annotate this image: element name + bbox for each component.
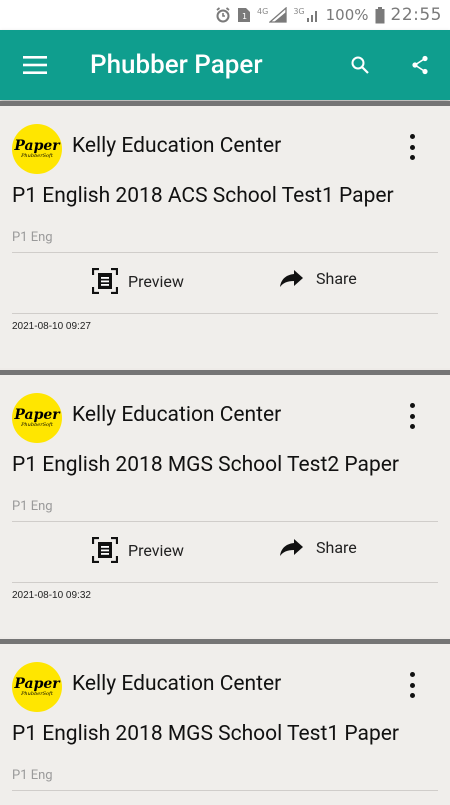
app-title: Phubber Paper bbox=[90, 50, 263, 80]
preview-button[interactable]: Preview bbox=[92, 537, 184, 563]
post-date: 2021-08-10 09:27 bbox=[12, 321, 91, 332]
battery-percent: 100% bbox=[325, 6, 369, 24]
paper-card[interactable]: Paper PhubberSoft Kelly Education Center… bbox=[0, 101, 450, 368]
paper-category: P1 Eng bbox=[12, 768, 53, 783]
share-icon bbox=[412, 55, 428, 75]
paper-card[interactable]: Paper PhubberSoft Kelly Education Center… bbox=[0, 370, 450, 637]
publisher-logo: Paper PhubberSoft bbox=[12, 393, 62, 443]
more-vert-icon bbox=[409, 672, 415, 677]
share-label: Share bbox=[316, 268, 357, 288]
status-bar: 1 4G 3G 100% 22:55 bbox=[0, 0, 450, 30]
share-button[interactable]: Share bbox=[280, 537, 357, 557]
menu-button[interactable] bbox=[0, 30, 70, 100]
more-options-button[interactable] bbox=[400, 401, 424, 431]
paper-title[interactable]: P1 English 2018 ACS School Test1 Paper bbox=[12, 184, 394, 208]
divider bbox=[12, 252, 438, 253]
divider bbox=[12, 313, 438, 314]
preview-label: Preview bbox=[128, 271, 184, 291]
publisher-name: Kelly Education Center bbox=[72, 403, 282, 427]
publisher-logo: Paper PhubberSoft bbox=[12, 124, 62, 174]
divider bbox=[12, 521, 438, 522]
publisher-name: Kelly Education Center bbox=[72, 134, 282, 158]
paper-title[interactable]: P1 English 2018 MGS School Test2 Paper bbox=[12, 453, 399, 477]
signal-icon: 3G bbox=[293, 7, 319, 23]
forward-arrow-icon bbox=[280, 539, 303, 556]
paper-category: P1 Eng bbox=[12, 499, 53, 514]
more-options-button[interactable] bbox=[400, 132, 424, 162]
alarm-icon bbox=[215, 7, 231, 23]
divider bbox=[12, 582, 438, 583]
share-button[interactable]: Share bbox=[280, 268, 357, 288]
app-bar: Phubber Paper bbox=[0, 30, 450, 100]
share-label: Share bbox=[316, 537, 357, 557]
svg-text:1: 1 bbox=[242, 12, 247, 21]
forward-arrow-icon bbox=[280, 270, 303, 287]
battery-icon bbox=[375, 6, 385, 24]
share-app-button[interactable] bbox=[390, 30, 450, 100]
search-icon bbox=[351, 56, 369, 74]
more-vert-icon bbox=[409, 134, 415, 139]
preview-icon bbox=[92, 268, 118, 294]
more-options-button[interactable] bbox=[400, 670, 424, 700]
publisher-logo: Paper PhubberSoft bbox=[12, 662, 62, 712]
more-vert-icon bbox=[409, 403, 415, 408]
publisher-name: Kelly Education Center bbox=[72, 672, 282, 696]
search-button[interactable] bbox=[330, 30, 390, 100]
preview-label: Preview bbox=[128, 540, 184, 560]
menu-icon bbox=[23, 56, 47, 74]
sim-icon: 1 bbox=[237, 7, 251, 23]
signal-icon: 4G bbox=[257, 7, 287, 23]
paper-category: P1 Eng bbox=[12, 230, 53, 245]
paper-title[interactable]: P1 English 2018 MGS School Test1 Paper bbox=[12, 722, 399, 746]
preview-button[interactable]: Preview bbox=[92, 268, 184, 294]
paper-card[interactable]: Paper PhubberSoft Kelly Education Center… bbox=[0, 639, 450, 805]
post-date: 2021-08-10 09:32 bbox=[12, 590, 91, 601]
preview-icon bbox=[92, 537, 118, 563]
clock: 22:55 bbox=[390, 5, 442, 25]
divider bbox=[12, 790, 438, 791]
